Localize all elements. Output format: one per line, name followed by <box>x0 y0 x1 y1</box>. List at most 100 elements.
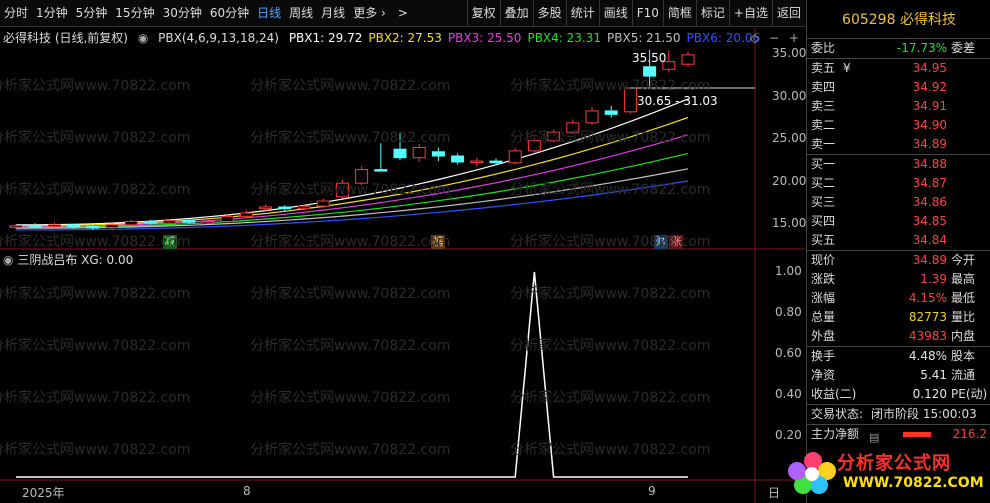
pbx-value: PBX1: 29.72 <box>288 31 363 45</box>
fund-label-right: 股本 <box>951 349 976 363</box>
sub-indicator-label[interactable]: 三阴战吕布 XG: 0.00 <box>17 253 133 267</box>
period-tab[interactable]: 60分钟 <box>206 0 253 26</box>
range-label: 30.65 - 31.03 <box>637 94 718 108</box>
candle-body <box>566 122 580 133</box>
quote-label: 涨跌 <box>811 272 836 286</box>
period-tab[interactable]: 日线 <box>253 0 285 26</box>
period-tab[interactable]: 月线 <box>317 0 349 26</box>
period-tab[interactable]: 分时 <box>0 0 32 26</box>
indicator-toggle-icon[interactable]: ◉ <box>138 31 148 45</box>
candle-body <box>508 150 522 164</box>
event-marker[interactable]: 涨 <box>669 235 683 249</box>
sell-level-label: 卖一 <box>811 137 836 151</box>
toolbar-button[interactable]: 标记 <box>695 0 729 26</box>
period-tab[interactable]: 更多 › <box>349 0 390 26</box>
buy-level-label: 买五 <box>811 233 836 247</box>
toolbar-button[interactable]: +自选 <box>728 0 772 26</box>
fund-label-right: 流通 <box>951 368 976 382</box>
quote-row: 总量 82773 量比 <box>807 308 990 327</box>
buy-level-row: 买五 34.84 <box>807 231 990 250</box>
ma-line <box>15 134 689 228</box>
kline-chart-area[interactable]: 必得科技 (日线,前复权) ◉ PBX(4,6,9,13,18,24) PBX1… <box>0 27 807 503</box>
x-label-day[interactable]: 日 <box>768 484 780 501</box>
high-price-label: 35.50 <box>632 51 667 65</box>
candle-body <box>297 205 311 210</box>
toolbar-button[interactable]: F10 <box>631 0 663 26</box>
candle-body <box>335 182 349 198</box>
period-tab[interactable]: 周线 <box>285 0 317 26</box>
toolbar-button[interactable]: 简框 <box>662 0 696 26</box>
collapse-icon[interactable]: > <box>394 0 412 26</box>
toolbar-button[interactable]: 返回 <box>771 0 805 26</box>
candle-body <box>374 169 388 172</box>
quote-row: 涨幅 4.15% 最低 <box>807 289 990 308</box>
minus-icon[interactable]: − <box>769 31 779 45</box>
quote-label: 涨幅 <box>811 291 836 305</box>
fundamental-stats: 换手 4.48% 股本 净资 5.41 流通 收益(二) 0.120 PE(动) <box>807 347 990 404</box>
candle-body <box>47 224 61 228</box>
period-tab[interactable]: 1分钟 <box>32 0 72 26</box>
sub-y-tick: 0.80 <box>775 305 802 319</box>
candle-body <box>527 140 541 152</box>
candle-body <box>355 169 369 184</box>
indicator-name[interactable]: PBX(4,6,9,13,18,24) <box>158 31 279 45</box>
event-marker[interactable]: 榜 <box>431 235 446 249</box>
candle-body <box>412 147 426 159</box>
buy-level-row: 买三 34.86 <box>807 193 990 212</box>
sell-level-price: 34.92 <box>912 80 947 94</box>
site-logo: 分析家公式网 WWW.70822.COM <box>783 445 984 497</box>
sub-indicator-toggle-icon[interactable]: ◉ <box>3 253 13 267</box>
buy-level-price: 34.85 <box>912 214 947 228</box>
plus-icon[interactable]: + <box>789 31 799 45</box>
candle-body <box>470 160 484 164</box>
logo-url: WWW.70822.COM <box>843 475 984 491</box>
fund-label: 收益(二) <box>811 387 857 401</box>
quote-value: 43983 <box>908 329 947 343</box>
toolbar-button[interactable]: 多股 <box>532 0 566 26</box>
net-flow-label[interactable]: 主力净额 <box>811 425 859 444</box>
candle-body <box>182 220 196 223</box>
sell-level-label: 卖四 <box>811 80 836 94</box>
expand-icon[interactable]: ◇ <box>750 31 759 45</box>
buy-level-price: 34.88 <box>912 157 947 171</box>
period-tab[interactable]: 15分钟 <box>111 0 158 26</box>
quote-value: 82773 <box>908 310 947 324</box>
quote-row: 涨跌 1.39 最高 <box>807 270 990 289</box>
sell-level-row: 卖三 34.91 <box>807 97 990 116</box>
period-tab[interactable]: 5分钟 <box>72 0 112 26</box>
quote-panel: 605298 必得科技 委比 -17.73% 委差 卖五 ¥34.95 卖四 34.9… <box>806 0 990 503</box>
sell-level-label: 卖三 <box>811 99 836 113</box>
toolbar-actions: 复权 叠加 多股 统计 画线 F10 简框 标记 +自选 返回 <box>466 0 805 26</box>
buy-level-price: 34.86 <box>912 195 947 209</box>
event-marker[interactable]: 财 <box>653 235 668 249</box>
y-tick: 35.00 <box>772 46 807 60</box>
weibi-value: -17.73% <box>896 41 947 55</box>
sell-level-row: 卖四 34.92 <box>807 78 990 97</box>
sell-level-price: 34.91 <box>912 99 947 113</box>
toolbar-button[interactable]: 画线 <box>598 0 632 26</box>
fund-label-right: PE(动) <box>951 387 988 401</box>
candle-body <box>431 151 445 157</box>
fund-row: 收益(二) 0.120 PE(动) <box>807 385 990 404</box>
y-tick: 15.00 <box>772 216 807 230</box>
toolbar-button[interactable]: 统计 <box>565 0 599 26</box>
quote-label-right: 最高 <box>951 272 976 286</box>
quote-row: 现价 34.89 今开 <box>807 251 990 270</box>
period-tab[interactable]: 30分钟 <box>159 0 206 26</box>
stock-code-name[interactable]: 605298 必得科技 <box>807 0 990 39</box>
quote-value: 1.39 <box>920 272 947 286</box>
stock-title: 必得科技 (日线,前复权) <box>3 31 128 45</box>
buy-level-label: 买四 <box>811 214 836 228</box>
ma-line <box>16 152 689 228</box>
toolbar-button[interactable]: 叠加 <box>499 0 533 26</box>
candle-body <box>124 220 138 226</box>
buy-level-label: 买三 <box>811 195 836 209</box>
candle-body <box>681 54 695 65</box>
buy-level-row: 买二 34.87 <box>807 174 990 193</box>
buy-book: 买一 34.88 买二 34.87 买三 34.86 买四 34.85 买五 34.84 <box>807 155 990 250</box>
event-marker[interactable]: 减 <box>162 235 177 249</box>
toolbar-button[interactable]: 复权 <box>466 0 500 26</box>
fund-row: 换手 4.48% 股本 <box>807 347 990 366</box>
candle-body <box>547 131 561 142</box>
sub-chart-header: ◉ 三阴战吕布 XG: 0.00 <box>3 251 133 268</box>
